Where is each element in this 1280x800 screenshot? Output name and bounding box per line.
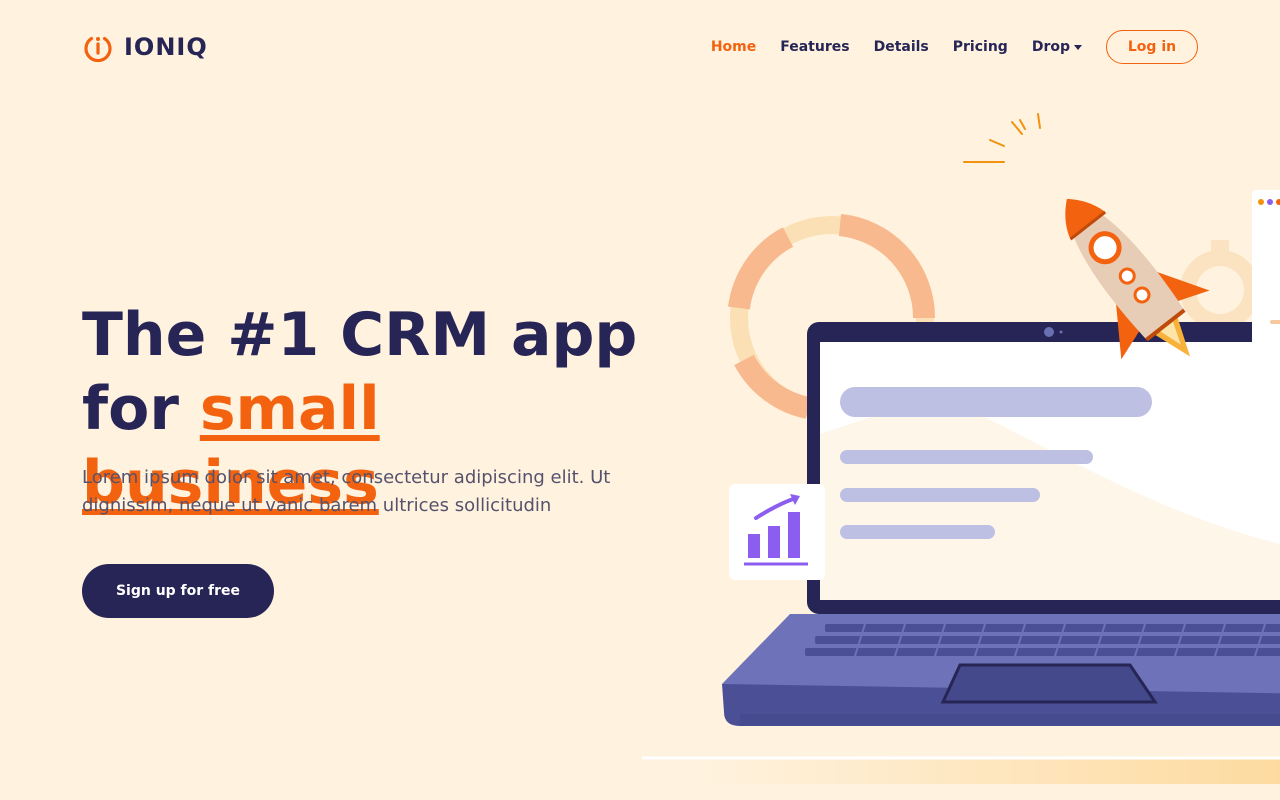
nav-features[interactable]: Features <box>780 39 849 55</box>
login-button[interactable]: Log in <box>1106 30 1198 64</box>
hero-description: Lorem ipsum dolor sit amet, consectetur … <box>82 467 611 516</box>
side-card <box>1252 190 1280 352</box>
caret-down-icon <box>1074 44 1082 50</box>
nav-details[interactable]: Details <box>874 39 929 55</box>
hero-title-line1: The #1 CRM app <box>82 300 638 370</box>
site-header: IONIQ Home Features Details Pricing Drop… <box>0 0 1280 94</box>
brand-name: IONIQ <box>124 33 208 61</box>
hero-title-prefix: for <box>82 374 200 444</box>
brand-logo[interactable]: IONIQ <box>82 30 208 64</box>
hero-illustration <box>640 94 1280 800</box>
nav-home[interactable]: Home <box>711 39 756 55</box>
nav-pricing[interactable]: Pricing <box>953 39 1008 55</box>
nav-drop-dropdown[interactable]: Drop <box>1032 39 1082 55</box>
main-nav: Home Features Details Pricing Drop Log i… <box>687 30 1198 64</box>
growth-chart-icon <box>729 484 825 580</box>
sparkle-icon <box>963 113 1041 163</box>
signup-button[interactable]: Sign up for free <box>82 564 274 618</box>
power-icon <box>82 31 114 63</box>
nav-drop-label: Drop <box>1031 39 1070 55</box>
